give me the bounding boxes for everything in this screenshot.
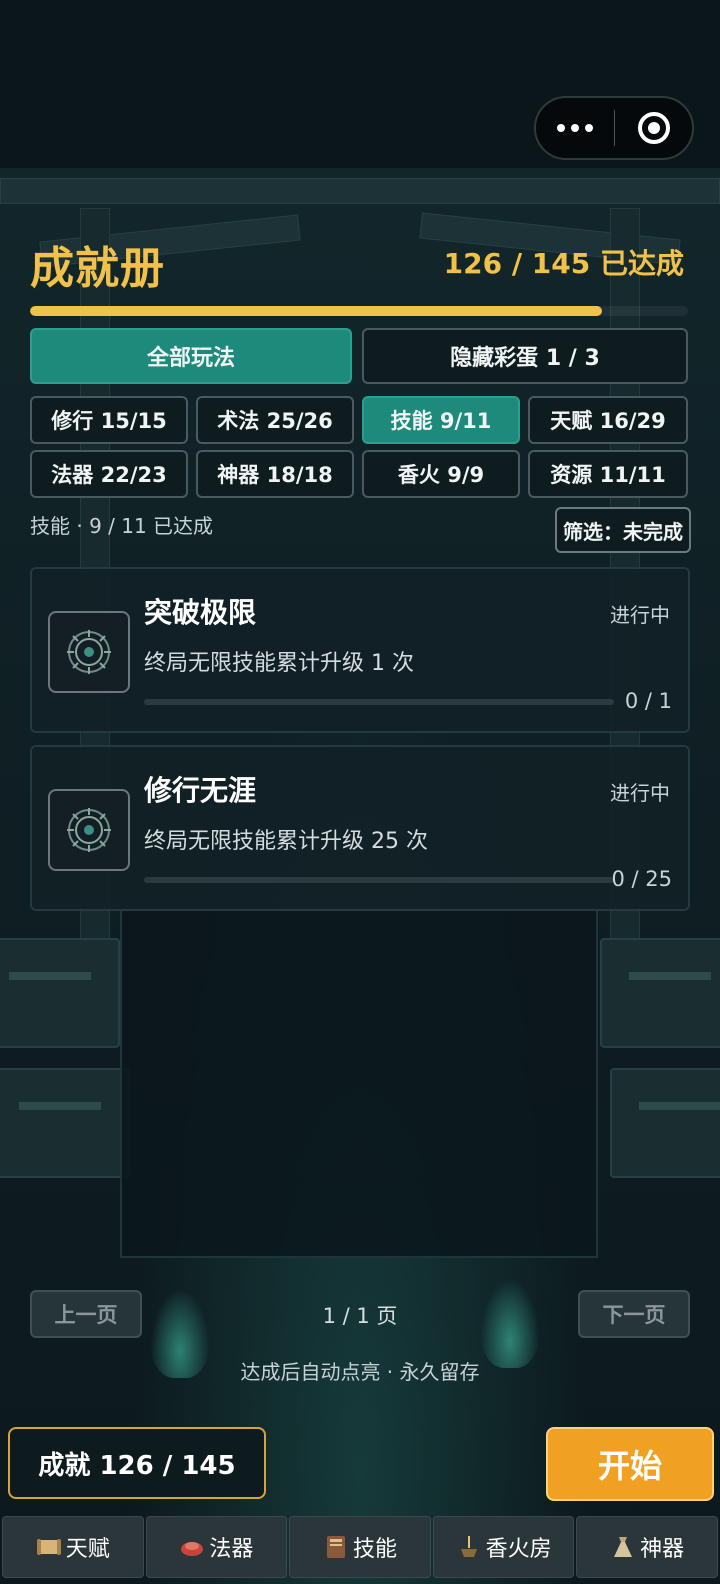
achievement-name: 突破极限: [144, 596, 257, 629]
category-summary: 技能 · 9 / 11 已达成: [30, 514, 214, 538]
category-incense[interactable]: 香火 9/9: [362, 450, 520, 498]
achievement-card[interactable]: 修行无涯 进行中 终局无限技能累计升级 25 次 0 / 25: [30, 745, 690, 911]
category-spells[interactable]: 术法 25/26: [196, 396, 354, 444]
nav-label: 技能: [352, 1537, 397, 1562]
achievement-progress-bar: [144, 699, 614, 705]
chest-decoration: [600, 938, 720, 1048]
achievement-status: 进行中: [610, 603, 670, 627]
total-progress-bar: [30, 306, 688, 316]
incense-icon: [456, 1534, 482, 1560]
achievement-progress-bar: [144, 877, 614, 883]
nav-label: 天赋: [65, 1537, 110, 1562]
bottom-nav: 天赋 法器 技能 香火房 神器: [0, 1514, 720, 1584]
category-talents[interactable]: 天赋 16/29: [528, 396, 688, 444]
chest-decoration: [610, 1068, 720, 1178]
page-title: 成就册: [30, 243, 165, 294]
artifact-icon: [179, 1534, 205, 1560]
nav-label: 香火房: [485, 1537, 552, 1562]
scroll-icon: [36, 1534, 62, 1560]
filter-button[interactable]: 筛选：未完成: [555, 507, 691, 553]
more-menu-icon[interactable]: [536, 98, 614, 158]
achievement-description: 终局无限技能累计升级 25 次: [144, 829, 428, 854]
bag-icon: [610, 1534, 636, 1560]
achievement-status: 进行中: [610, 781, 670, 805]
nav-talents[interactable]: 天赋: [2, 1516, 144, 1578]
achievement-count-button[interactable]: 成就 126 / 145: [8, 1427, 266, 1499]
category-cultivation[interactable]: 修行 15/15: [30, 396, 188, 444]
nav-label: 法器: [209, 1537, 254, 1562]
footer-note: 达成后自动点亮 · 永久留存: [240, 1360, 480, 1384]
nav-label: 神器: [640, 1537, 685, 1562]
start-button[interactable]: 开始: [546, 1427, 714, 1501]
mini-program-capsule: [534, 96, 694, 160]
category-skills[interactable]: 技能 9/11: [362, 396, 520, 444]
achievement-emblem-icon: [48, 611, 130, 693]
ceiling-beam: [0, 178, 720, 204]
achievement-progress-count: 0 / 1: [624, 689, 672, 713]
chest-decoration: [0, 1068, 130, 1178]
tab-all-modes[interactable]: 全部玩法: [30, 328, 352, 384]
nav-incense-room[interactable]: 香火房: [432, 1516, 575, 1578]
category-artifacts[interactable]: 法器 22/23: [30, 450, 188, 498]
achievement-emblem-icon: [48, 789, 130, 871]
total-progress-fill: [30, 306, 602, 316]
nav-divine-items[interactable]: 神器: [576, 1516, 718, 1578]
chest-decoration: [0, 938, 120, 1048]
achievement-progress-count: 0 / 25: [611, 867, 672, 891]
close-target-icon[interactable]: [615, 112, 692, 144]
tab-hidden-eggs[interactable]: 隐藏彩蛋 1 / 3: [362, 328, 688, 384]
book-icon: [323, 1534, 349, 1560]
achievement-description: 终局无限技能累计升级 1 次: [144, 651, 414, 676]
achievement-name: 修行无涯: [144, 774, 257, 807]
category-resources[interactable]: 资源 11/11: [528, 450, 688, 498]
total-progress-text: 126 / 145 已达成: [443, 247, 684, 280]
nav-artifacts[interactable]: 法器: [145, 1516, 288, 1578]
category-divine-items[interactable]: 神器 18/18: [196, 450, 354, 498]
back-panel: [120, 908, 598, 1258]
nav-skills[interactable]: 技能: [289, 1516, 431, 1578]
next-page-button[interactable]: 下一页: [578, 1290, 690, 1338]
achievement-card[interactable]: 突破极限 进行中 终局无限技能累计升级 1 次 0 / 1: [30, 567, 690, 733]
top-bar: [0, 0, 720, 168]
